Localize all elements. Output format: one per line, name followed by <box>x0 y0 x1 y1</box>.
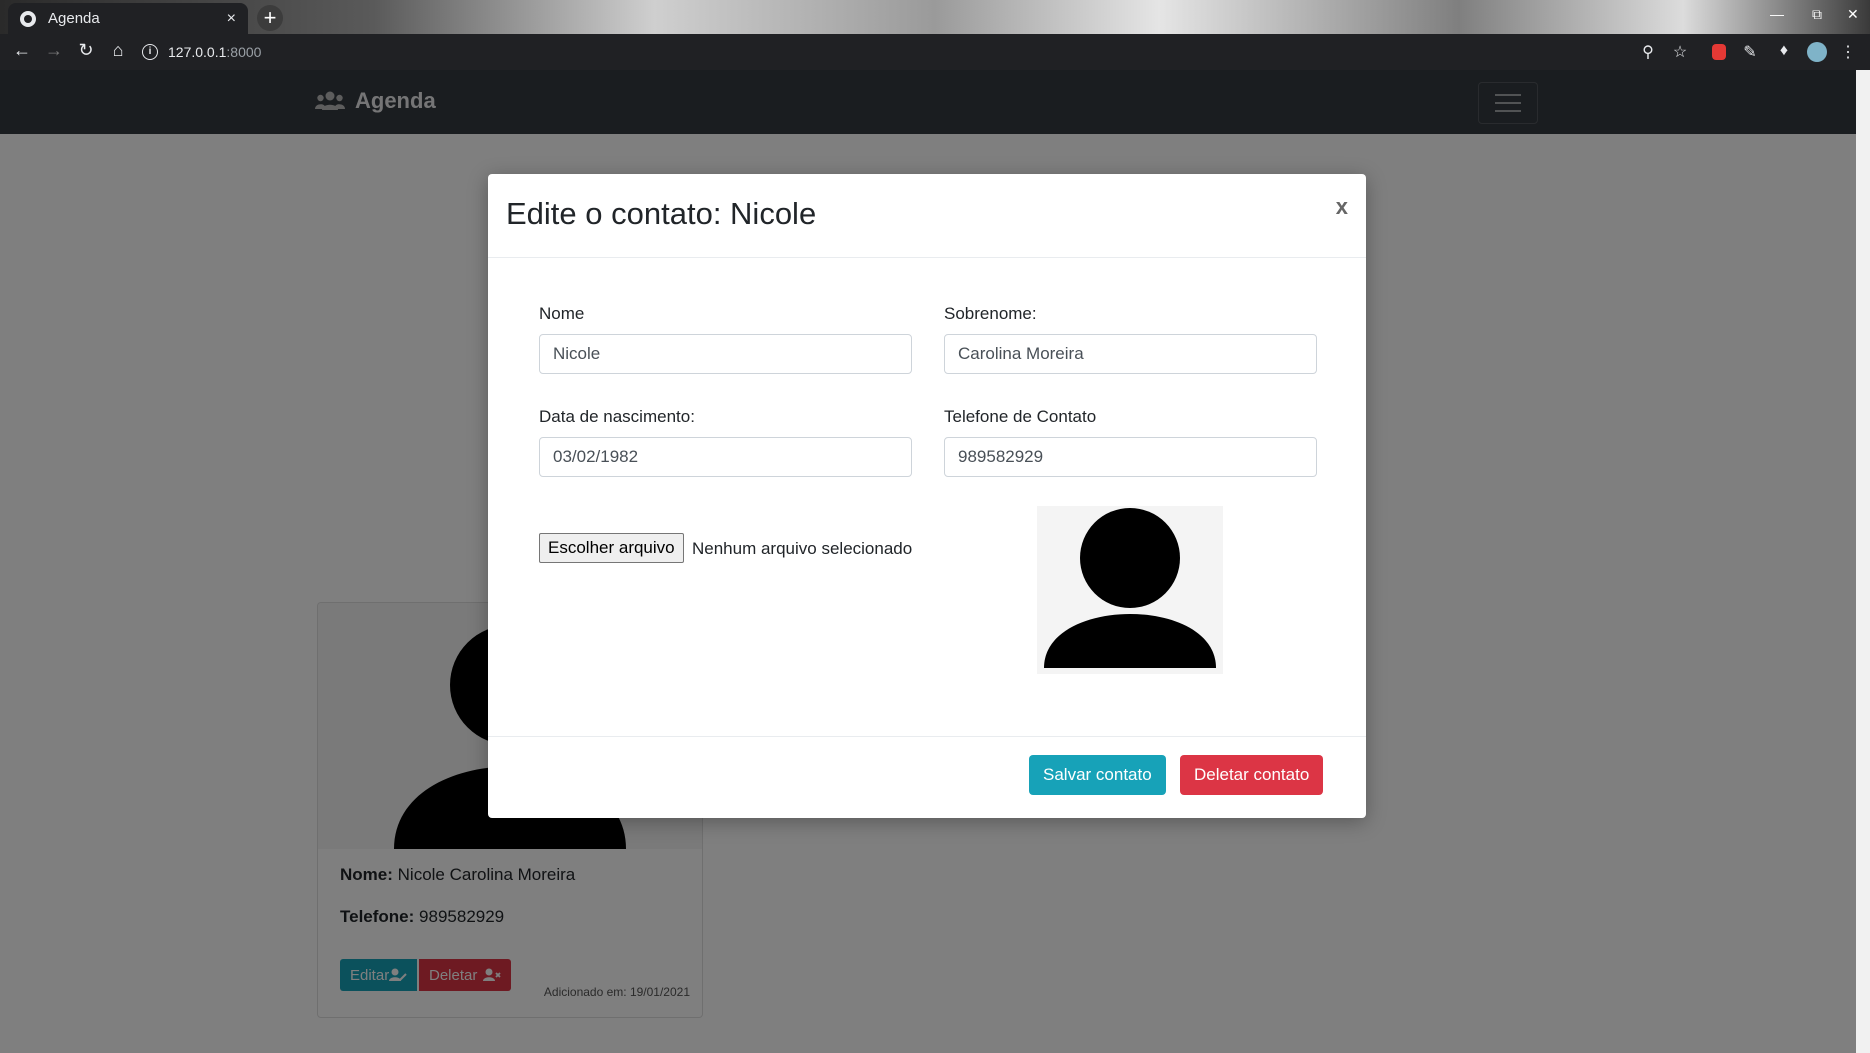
edit-contact-modal: Edite o contato: Nicole x Nome Sobrenome… <box>488 174 1366 818</box>
menu-dots-icon[interactable]: ⋮ <box>1837 42 1859 62</box>
reload-icon[interactable]: ↻ <box>74 40 98 61</box>
info-icon[interactable]: i <box>142 44 158 60</box>
browser-tab[interactable]: Agenda × <box>8 3 248 34</box>
profile-avatar[interactable] <box>1807 42 1827 62</box>
bookmark-star-icon[interactable]: ☆ <box>1669 42 1691 62</box>
save-contact-button[interactable]: Salvar contato <box>1029 755 1166 795</box>
pen-extension-icon[interactable]: ✎ <box>1739 42 1761 62</box>
home-icon[interactable]: ⌂ <box>106 40 130 61</box>
new-tab-button[interactable]: + <box>257 5 283 31</box>
modal-close-button[interactable]: x <box>1336 194 1348 220</box>
url-port: :8000 <box>226 44 262 60</box>
nome-label: Nome <box>539 304 585 323</box>
tab-close-icon[interactable]: × <box>227 10 236 28</box>
contact-avatar-preview <box>1037 506 1223 674</box>
delete-contact-modal-button[interactable]: Deletar contato <box>1180 755 1324 795</box>
modal-footer: Salvar contato Deletar contato <box>488 736 1366 819</box>
page: Agenda Nome: Nicole Carolina Moreira Tel… <box>0 70 1856 1053</box>
telefone-input[interactable] <box>944 437 1317 477</box>
modal-header: Edite o contato: Nicole x <box>488 174 1366 258</box>
extensions-icon[interactable]: ♦ <box>1773 42 1795 60</box>
minimize-icon[interactable]: — <box>1770 6 1784 22</box>
telefone-label: Telefone de Contato <box>944 407 1097 426</box>
extension-icon[interactable] <box>1712 44 1726 60</box>
page-scrollbar[interactable] <box>1856 70 1870 1053</box>
address-bar[interactable]: i 127.0.0.1:8000 <box>142 38 1442 66</box>
back-icon[interactable]: ← <box>10 40 34 61</box>
tab-title: Agenda <box>48 10 100 27</box>
data-nascimento-input[interactable] <box>539 437 912 477</box>
browser-tab-strip: Agenda × + — ⧉ ✕ <box>0 0 1870 34</box>
globe-icon <box>20 10 36 27</box>
zoom-icon[interactable]: ⚲ <box>1637 42 1659 62</box>
forward-icon[interactable]: → <box>42 40 66 61</box>
url-host: 127.0.0.1 <box>168 44 227 60</box>
close-window-icon[interactable]: ✕ <box>1847 6 1859 23</box>
data-nascimento-label: Data de nascimento: <box>539 407 695 426</box>
file-status: Nenhum arquivo selecionado <box>692 539 913 558</box>
sobrenome-input[interactable] <box>944 334 1317 374</box>
person-silhouette-icon <box>1044 506 1216 668</box>
sobrenome-label: Sobrenome: <box>944 304 1037 323</box>
choose-file-button[interactable]: Escolher arquivo <box>539 533 684 563</box>
modal-title: Edite o contato: Nicole <box>506 196 817 231</box>
browser-toolbar: ← → ↻ ⌂ i 127.0.0.1:8000 ⚲ ☆ ✎ ♦ ⋮ <box>0 34 1870 70</box>
nome-input[interactable] <box>539 334 912 374</box>
restore-icon[interactable]: ⧉ <box>1812 6 1822 23</box>
